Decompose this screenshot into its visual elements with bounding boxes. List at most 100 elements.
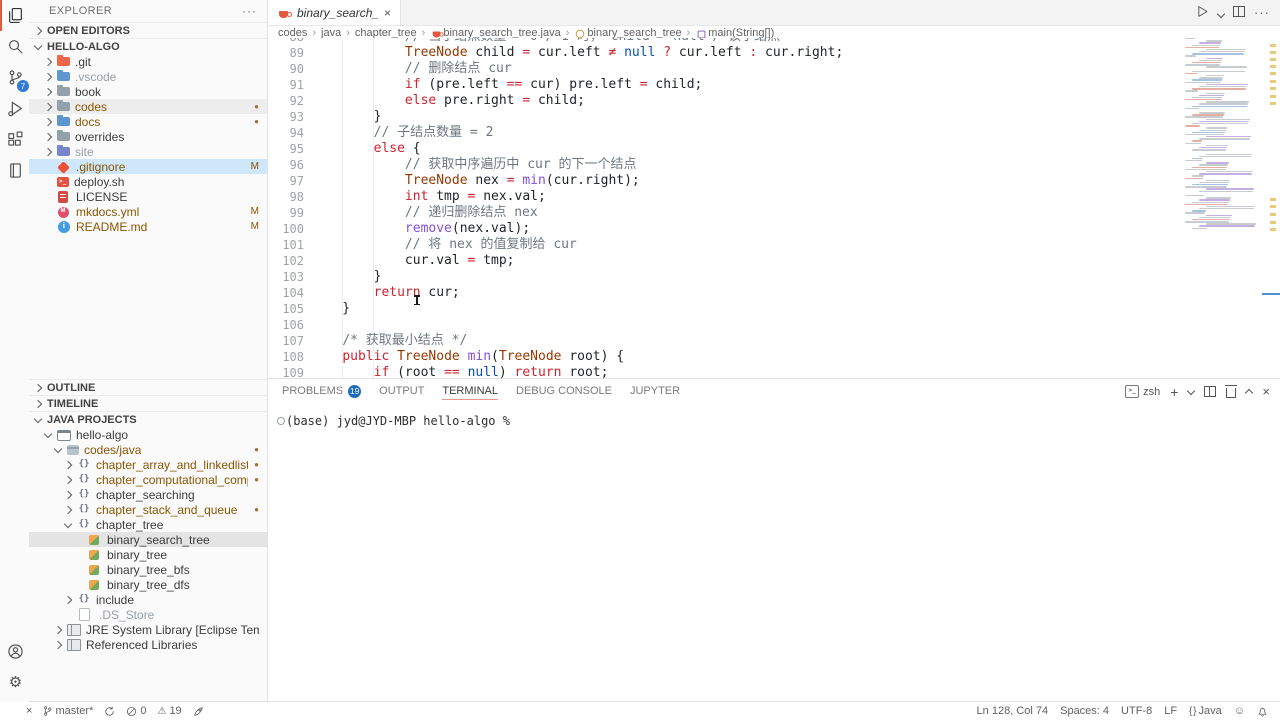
section-hello-algo[interactable]: HELLO-ALGO (29, 38, 267, 54)
breadcrumb-binary-search-tree[interactable]: binary_search_tree (574, 27, 681, 39)
panel-tab-problems[interactable]: PROBLEMS19 (282, 379, 361, 403)
close-panel-icon[interactable]: × (1262, 384, 1270, 399)
tree-item-readme-md[interactable]: README.mdM (29, 219, 267, 234)
status-spaces-4[interactable]: Spaces: 4 (1060, 705, 1109, 717)
status-sync[interactable] (104, 706, 115, 717)
breadcrumb-chapter-tree[interactable]: chapter_tree (355, 27, 417, 39)
more-actions-icon[interactable]: ··· (242, 4, 257, 18)
activity-search[interactable] (0, 31, 29, 62)
tree-item-binary-tree[interactable]: binary_tree (29, 547, 267, 562)
tree-item-jre-system-library-eclipse-temurin-17-17[interactable]: JRE System Library [Eclipse Temurin 17 [… (29, 622, 267, 637)
tree-item-binary-tree-bfs[interactable]: binary_tree_bfs (29, 562, 267, 577)
breadcrumb-java[interactable]: java (321, 27, 341, 39)
kill-terminal-icon[interactable] (1226, 388, 1236, 398)
tree-item-chapter-searching[interactable]: {}chapter_searching (29, 487, 267, 502)
tree-item-mkdocs-yml[interactable]: mkdocs.ymlM (29, 204, 267, 219)
maximize-panel-icon[interactable] (1245, 388, 1253, 396)
split-terminal-icon[interactable] (1204, 386, 1216, 397)
activity-account[interactable] (0, 636, 29, 667)
tree-item-git[interactable]: .git (29, 54, 267, 69)
activity-settings[interactable]: ⚙ (0, 667, 29, 698)
activity-extensions[interactable] (0, 124, 29, 155)
code-line-103[interactable]: } (311, 269, 1185, 285)
code-line-93[interactable]: } (311, 109, 1185, 125)
new-terminal-button[interactable]: + (1170, 385, 1178, 399)
code-line-102[interactable]: cur.val = tmp; (311, 253, 1185, 269)
terminal[interactable]: (base) jyd@JYD-MBP hello-algo % (268, 403, 1280, 702)
tree-item-license[interactable]: LICENSE (29, 189, 267, 204)
tree-item-binary-tree-dfs[interactable]: binary_tree_dfs (29, 577, 267, 592)
code-line-89[interactable]: TreeNode child = cur.left ≠ null ? cur.l… (311, 45, 1185, 61)
activity-source-control[interactable]: 7 (0, 62, 29, 93)
minimap[interactable] (1185, 38, 1265, 318)
section-java-projects[interactable]: JAVA PROJECTS (29, 411, 267, 427)
section-timeline[interactable]: TIMELINE (29, 395, 267, 411)
status-smiley[interactable]: ☺ (1234, 705, 1245, 717)
panel-tab-jupyter[interactable]: JUPYTER (630, 379, 680, 403)
tree-item-codes[interactable]: codes● (29, 99, 267, 114)
tree-item-chapter-stack-and-queue[interactable]: {}chapter_stack_and_queue● (29, 502, 267, 517)
more-button[interactable]: ··· (1254, 5, 1270, 20)
status-error[interactable]: 0 (126, 705, 146, 717)
tree-item-gitignore[interactable]: .gitignoreM (29, 159, 267, 174)
tree-item-codes-java[interactable]: codes/java● (29, 442, 267, 457)
status-ln-128-col-74[interactable]: Ln 128, Col 74 (977, 705, 1049, 717)
code-line-98[interactable]: int tmp = nex.val; (311, 189, 1185, 205)
code-line-99[interactable]: // 递归删除结点 nex (311, 205, 1185, 221)
code-line-101[interactable]: // 将 nex 的值复制给 cur (311, 237, 1185, 253)
terminal-profile-select[interactable]: >_ zsh (1125, 385, 1160, 398)
code-line-109[interactable]: if (root == null) return root; (311, 365, 1185, 378)
code-line-95[interactable]: else { (311, 141, 1185, 157)
run-button[interactable] (1196, 5, 1209, 21)
status-remote[interactable]: × (26, 705, 32, 717)
status-rocket[interactable] (193, 706, 204, 717)
tree-item-chapter-computational-complexity[interactable]: {}chapter_computational_complexity● (29, 472, 267, 487)
code-content[interactable]: // 当子结点数量 = 0 / 1 时， child = null / 该子结点… (311, 38, 1185, 378)
tree-item-chapter-array-and-linkedlist[interactable]: {}chapter_array_and_linkedlist● (29, 457, 267, 472)
tree-item-docs[interactable]: docs● (29, 114, 267, 129)
tree-item-ds-store[interactable]: .DS_Store (29, 607, 267, 622)
activity-notebook[interactable] (0, 155, 29, 186)
code-line-90[interactable]: // 删除结点 cur (311, 61, 1185, 77)
status-utf-8[interactable]: UTF-8 (1121, 705, 1152, 717)
breadcrumb-binary-search-tree-java[interactable]: binary_search_tree.java (430, 27, 560, 39)
tree-item-hello-algo[interactable]: hello-algo (29, 427, 267, 442)
section-open-editors[interactable]: OPEN EDITORS (29, 22, 267, 38)
panel-tab-debug-console[interactable]: DEBUG CONSOLE (516, 379, 612, 403)
code-line-107[interactable]: /* 获取最小结点 */ (311, 333, 1185, 349)
tree-item-book[interactable]: book (29, 84, 267, 99)
code-line-94[interactable]: // 子结点数量 = 2 (311, 125, 1185, 141)
breadcrumb-main-string[interactable]: main(String[]) (695, 27, 774, 39)
tree-item-vscode[interactable]: .vscode (29, 69, 267, 84)
status-warning[interactable]: ⚠19 (157, 705, 181, 717)
breadcrumb-codes[interactable]: codes (278, 27, 307, 39)
code-line-108[interactable]: public TreeNode min(TreeNode root) { (311, 349, 1185, 365)
terminal-dropdown-icon[interactable] (1187, 386, 1195, 394)
code-line-96[interactable]: // 获取中序遍历中 cur 的下一个结点 (311, 157, 1185, 173)
tree-item-overrides[interactable]: overrides (29, 129, 267, 144)
panel-tab-output[interactable]: OUTPUT (379, 379, 424, 403)
tree-item-site[interactable]: site (29, 144, 267, 159)
section-outline[interactable]: OUTLINE (29, 379, 267, 395)
close-icon[interactable]: × (384, 6, 391, 20)
tree-item-chapter-tree[interactable]: {}chapter_tree (29, 517, 267, 532)
code-line-91[interactable]: if (pre.left == cur) pre.left = child; (311, 77, 1185, 93)
tree-item-deploy-sh[interactable]: deploy.sh (29, 174, 267, 189)
status-bell[interactable] (1257, 706, 1268, 717)
tab-binary-search-tree-java[interactable]: binary_search_tree.java × (268, 0, 401, 25)
run-dropdown-button[interactable] (1218, 6, 1224, 20)
code-line-104[interactable]: return cur; (311, 285, 1185, 301)
code-line-97[interactable]: TreeNode nex = min(cur.right); (311, 173, 1185, 189)
tree-item-binary-search-tree[interactable]: binary_search_tree (29, 532, 267, 547)
panel-tab-terminal[interactable]: TERMINAL (442, 379, 498, 403)
status-lf[interactable]: LF (1164, 705, 1177, 717)
tree-item-include[interactable]: {}include (29, 592, 267, 607)
code-line-92[interactable]: else pre.right = child; (311, 93, 1185, 109)
status-branch[interactable]: master* (43, 705, 93, 717)
activity-run-debug[interactable] (0, 93, 29, 124)
code-line-100[interactable]: remove(nex.val); (311, 221, 1185, 237)
code-line-88[interactable]: // 当子结点数量 = 0 / 1 时， child = null / 该子结点 (311, 38, 1185, 45)
code-editor[interactable]: 8889909192939495969798991001011021031041… (268, 38, 1280, 378)
split-editor-button[interactable] (1233, 6, 1245, 20)
status-braces[interactable]: { }Java (1189, 705, 1222, 717)
